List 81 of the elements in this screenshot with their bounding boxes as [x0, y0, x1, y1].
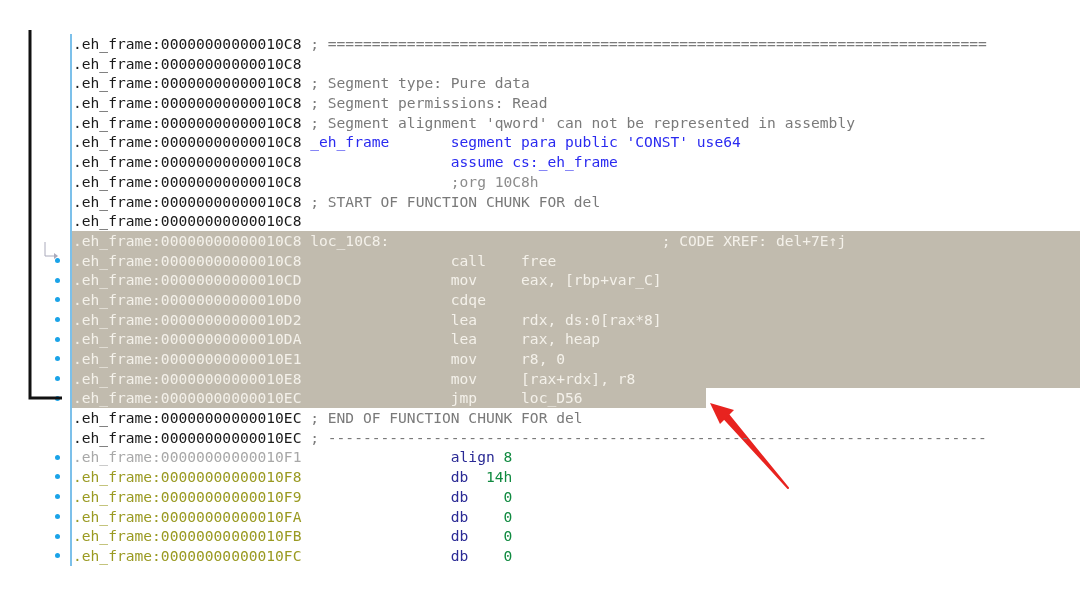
directive-text: assume cs:_eh_frame	[450, 152, 618, 172]
operands: 0	[503, 526, 513, 546]
mnemonic: db	[450, 545, 469, 566]
operands: rdx, ds:0[rax*8]	[521, 309, 662, 330]
mnemonic: db	[450, 526, 469, 546]
mnemonic: db	[450, 467, 469, 487]
mnemonic: align	[450, 447, 495, 468]
breakpoint-dot[interactable]	[55, 553, 60, 559]
breakpoint-dot[interactable]	[55, 376, 60, 382]
jump-target-arrow-icon	[44, 241, 58, 259]
label-name: loc_10C8:	[310, 230, 391, 251]
comment-text: ; Segment type: Pure data	[310, 73, 530, 94]
mnemonic: cdqe	[450, 289, 487, 310]
operands: 14h	[485, 467, 513, 487]
breakpoint-dot[interactable]	[55, 277, 60, 283]
operands: r8, 0	[521, 349, 565, 369]
address: .eh_frame:00000000000010F8	[73, 467, 303, 487]
operands: 0	[503, 486, 513, 507]
breakpoint-dot[interactable]	[55, 454, 60, 460]
address: .eh_frame:00000000000010C8	[73, 73, 303, 94]
address: .eh_frame:00000000000010D0	[73, 289, 303, 310]
operands: 0	[503, 545, 513, 566]
operands: [rax+rdx], r8	[521, 368, 636, 389]
address: .eh_frame:00000000000010EC	[73, 427, 303, 448]
operands: loc_D56	[521, 388, 583, 409]
breakpoint-dot[interactable]	[55, 336, 60, 342]
address: .eh_frame:00000000000010F1	[73, 447, 303, 468]
address: .eh_frame:00000000000010C8	[73, 34, 303, 54]
mnemonic: mov	[450, 270, 479, 290]
address: .eh_frame:00000000000010C8	[73, 191, 303, 212]
address: .eh_frame:00000000000010C8	[73, 250, 303, 271]
comment-text: ; Segment alignment 'qword' can not be represented in assembly	[310, 112, 855, 133]
address: .eh_frame:00000000000010FB	[73, 526, 303, 546]
address: .eh_frame:00000000000010C8	[73, 230, 303, 251]
comment-text: ; ===========================================================================	[310, 34, 987, 54]
comment-text: ; CODE XREF: del+7E↑j	[661, 230, 847, 251]
mnemonic: mov	[450, 349, 479, 369]
breakpoint-dot[interactable]	[55, 513, 60, 519]
address: .eh_frame:00000000000010C8	[73, 132, 303, 153]
address: .eh_frame:00000000000010C8	[73, 53, 303, 74]
address: .eh_frame:00000000000010C8	[73, 93, 303, 113]
operands: free	[521, 250, 557, 271]
breakpoint-dot[interactable]	[55, 257, 60, 263]
address: .eh_frame:00000000000010EC	[73, 388, 303, 409]
address: .eh_frame:00000000000010C8	[73, 152, 303, 172]
address: .eh_frame:00000000000010FC	[73, 545, 303, 566]
operands: 0	[503, 506, 513, 527]
comment-text: ; END OF FUNCTION CHUNK FOR del	[310, 408, 583, 428]
mnemonic: db	[450, 506, 469, 527]
breakpoint-dot[interactable]	[55, 316, 60, 322]
address: .eh_frame:00000000000010F9	[73, 486, 303, 507]
address: .eh_frame:00000000000010CD	[73, 270, 303, 290]
mnemonic: db	[450, 486, 469, 507]
operands: rax, heap	[521, 329, 601, 349]
address: .eh_frame:00000000000010DA	[73, 329, 303, 349]
mnemonic: call	[450, 250, 487, 271]
breakpoint-dot[interactable]	[55, 474, 60, 480]
comment-text: ;org 10C8h	[450, 171, 539, 192]
address: .eh_frame:00000000000010E8	[73, 368, 303, 389]
address: .eh_frame:00000000000010FA	[73, 506, 303, 527]
comment-text: ; ---------------------------------------------------------------------------	[310, 427, 987, 448]
address: .eh_frame:00000000000010C8	[73, 171, 303, 192]
breakpoint-dot[interactable]	[55, 494, 60, 500]
directive-text: segment para public 'CONST' use64	[450, 132, 741, 153]
breakpoint-dot[interactable]	[55, 533, 60, 539]
breakpoint-dot[interactable]	[55, 297, 60, 303]
address: .eh_frame:00000000000010C8	[73, 112, 303, 133]
address: .eh_frame:00000000000010C8	[73, 211, 303, 231]
mnemonic: jmp	[450, 388, 479, 409]
mnemonic: mov	[450, 368, 479, 389]
comment-text: ; Segment permissions: Read	[310, 93, 548, 113]
mnemonic: lea	[450, 329, 479, 349]
address: .eh_frame:00000000000010E1	[73, 349, 303, 369]
address: .eh_frame:00000000000010EC	[73, 408, 303, 428]
comment-text: ; START OF FUNCTION CHUNK FOR del	[310, 191, 601, 212]
address: .eh_frame:00000000000010D2	[73, 309, 303, 330]
operands: 8	[503, 447, 513, 468]
breakpoint-dot[interactable]	[55, 356, 60, 362]
operands: eax, [rbp+var_C]	[521, 270, 662, 290]
mnemonic: lea	[450, 309, 479, 330]
label-name: _eh_frame	[310, 132, 391, 153]
